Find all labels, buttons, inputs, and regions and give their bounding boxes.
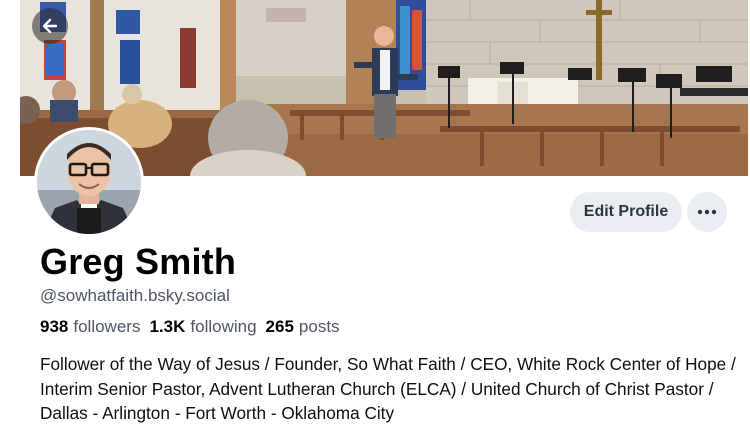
ellipsis-icon xyxy=(697,209,717,215)
posts-count: 265 xyxy=(265,317,294,336)
arrow-left-icon xyxy=(42,18,58,34)
followers-link[interactable]: 938 followers xyxy=(40,317,140,337)
posts-stat: 265 posts xyxy=(266,317,340,337)
profile-stats: 938 followers 1.3K following 265 posts xyxy=(40,317,340,337)
following-link[interactable]: 1.3K following xyxy=(149,317,256,337)
profile-bio: Follower of the Way of Jesus / Founder, … xyxy=(40,354,736,423)
profile-page: Edit Profile Greg Smith @sowhatfaith.bsk… xyxy=(0,0,750,431)
followers-label: followers xyxy=(73,317,141,336)
following-label: following xyxy=(190,317,257,336)
posts-label: posts xyxy=(298,317,340,336)
profile-handle: @sowhatfaith.bsky.social xyxy=(40,286,230,305)
display-name: Greg Smith xyxy=(40,241,237,282)
edit-profile-button[interactable]: Edit Profile xyxy=(570,192,682,232)
back-button[interactable] xyxy=(32,8,68,44)
more-options-button[interactable] xyxy=(687,192,727,232)
following-count: 1.3K xyxy=(149,317,186,336)
avatar[interactable] xyxy=(34,127,144,237)
followers-count: 938 xyxy=(40,317,69,336)
